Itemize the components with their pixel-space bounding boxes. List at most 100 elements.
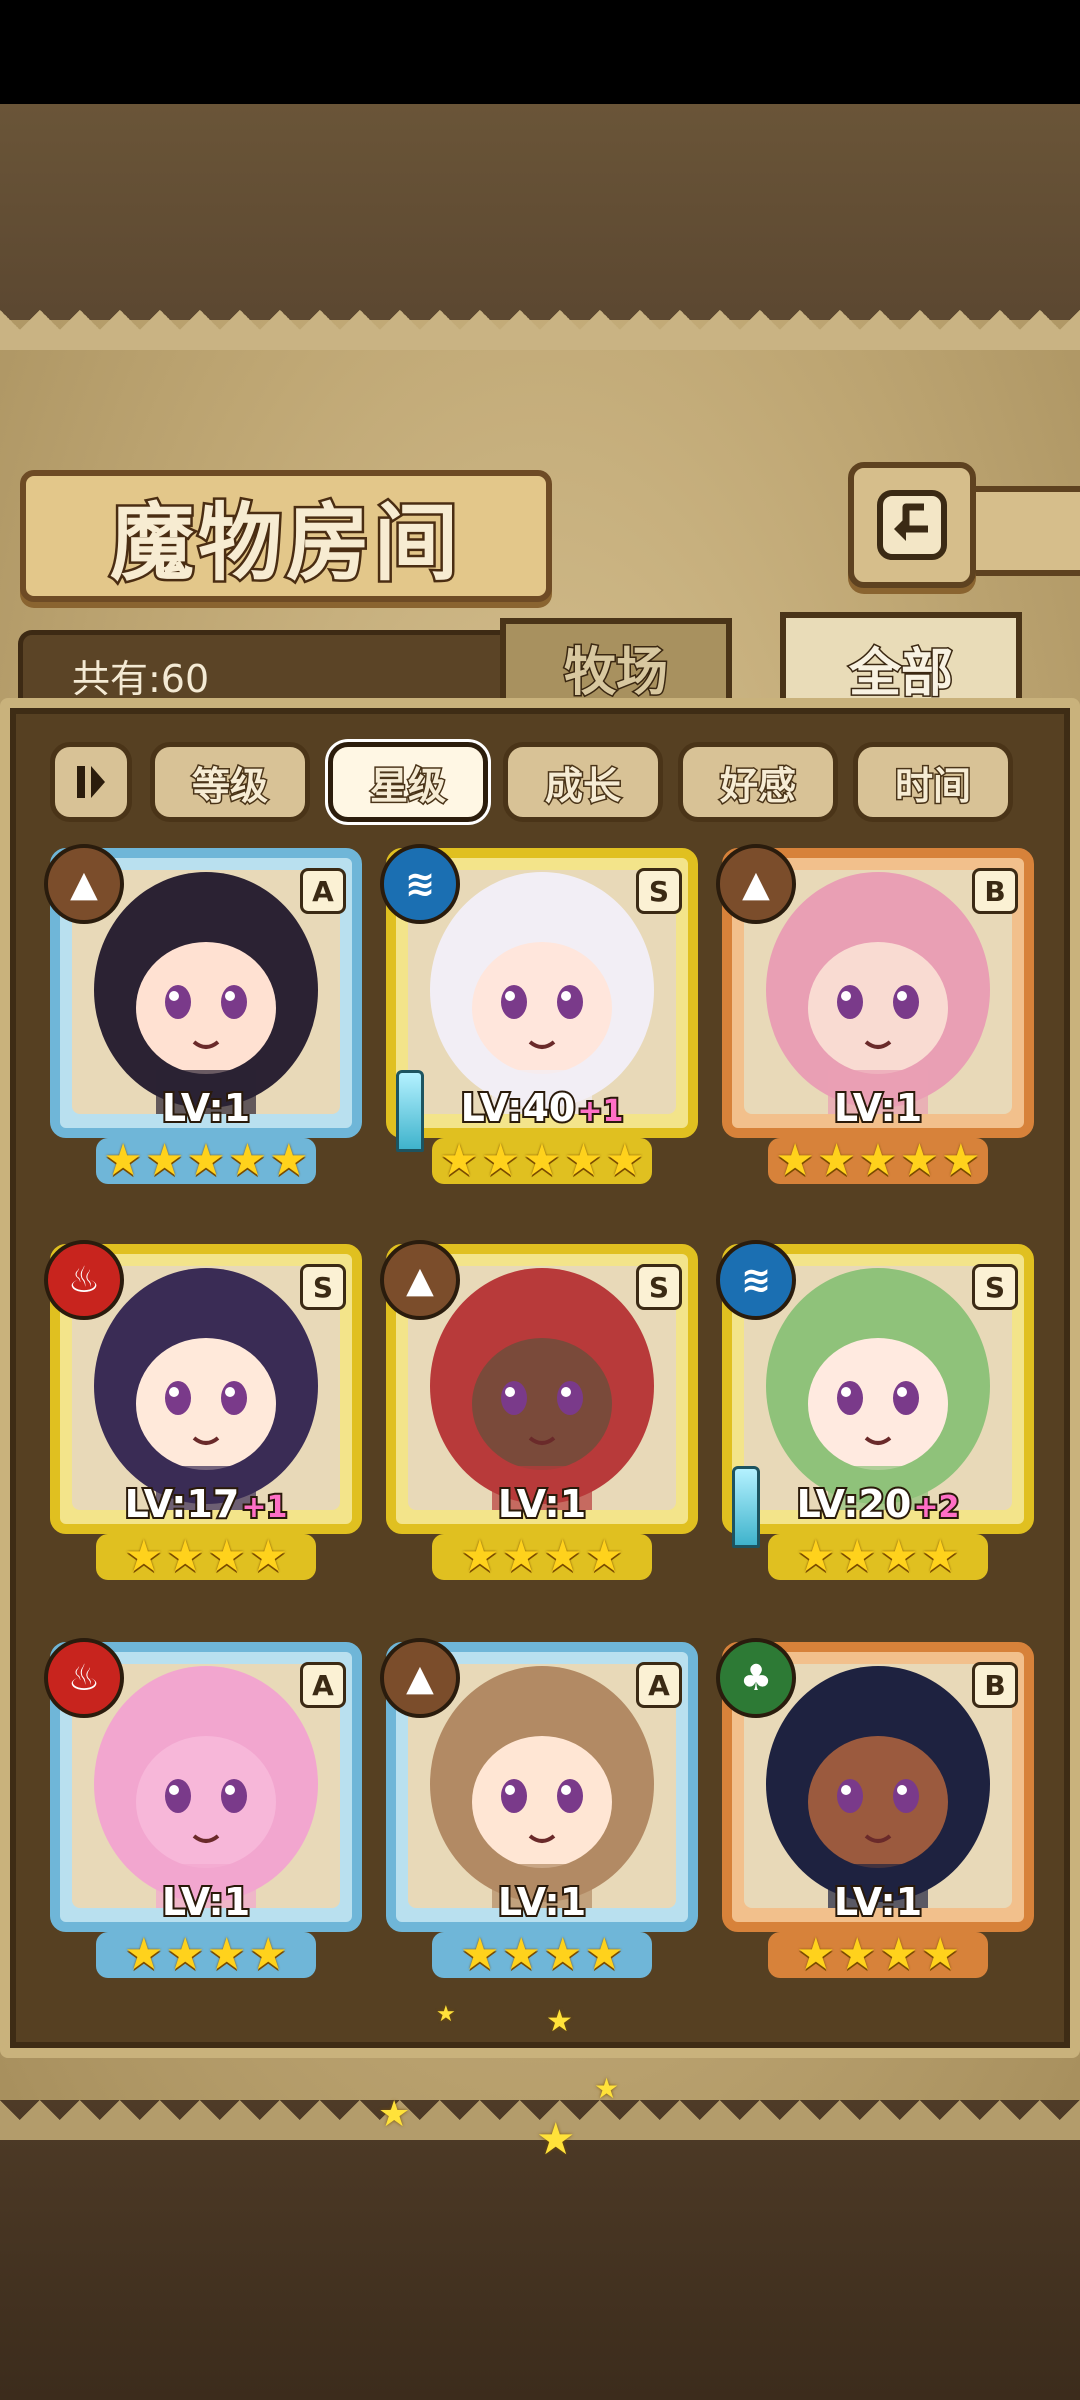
status-bar	[0, 0, 1080, 104]
level-bonus: +2	[911, 1488, 961, 1527]
star-icon: ★	[501, 1929, 541, 1980]
star-icon: ★	[460, 1531, 500, 1582]
star-icon: ★	[563, 1135, 604, 1186]
star-icon: ★	[227, 1135, 268, 1186]
level-value: LV:17	[123, 1480, 242, 1528]
rank-badge: A	[300, 1662, 346, 1708]
wood-element-icon: ♣	[716, 1638, 796, 1718]
star-icon: ★	[439, 1135, 479, 1186]
star-icon: ★	[543, 1929, 583, 1980]
level-label: LV:1	[722, 1084, 1034, 1132]
star-icon: ★	[899, 1135, 940, 1186]
star-icon: ★	[207, 1929, 247, 1980]
star-icon: ★	[522, 1135, 562, 1186]
star-icon: ★	[186, 1135, 226, 1186]
star-icon: ★	[796, 1929, 836, 1980]
star-icon: ★	[605, 1135, 645, 1186]
monster-card[interactable]: ♨ S LV:17+1 ★ ★ ★ ★	[44, 1240, 362, 1580]
rank-badge: S	[636, 1264, 682, 1310]
sparkle-star-icon: ★	[536, 2114, 576, 2165]
star-rating: ★ ★ ★ ★	[768, 1534, 988, 1580]
star-icon: ★	[501, 1531, 541, 1582]
level-value: LV:1	[832, 1878, 924, 1926]
monster-card[interactable]: ♨ A LV:1 ★ ★ ★ ★	[44, 1638, 362, 1978]
level-label: LV:1	[386, 1480, 698, 1528]
rank-badge: B	[972, 1662, 1018, 1708]
level-value: LV:1	[160, 1084, 252, 1132]
water-element-icon: ≋	[380, 844, 460, 924]
star-icon: ★	[920, 1531, 960, 1582]
torn-edge-top	[0, 310, 1080, 350]
star-icon: ★	[248, 1531, 288, 1582]
fire-element-icon: ♨	[44, 1638, 124, 1718]
monster-card[interactable]: ▲ S LV:1 ★ ★ ★ ★	[380, 1240, 698, 1580]
sparkle-star-icon: ★	[594, 2072, 620, 2105]
star-rating: ★ ★ ★ ★ ★	[432, 1138, 652, 1184]
star-icon: ★	[816, 1135, 857, 1186]
star-icon: ★	[837, 1531, 877, 1582]
level-label: LV:1	[50, 1878, 362, 1926]
rank-badge: B	[972, 868, 1018, 914]
star-icon: ★	[858, 1135, 898, 1186]
level-value: LV:20	[795, 1480, 914, 1528]
star-icon: ★	[248, 1929, 288, 1980]
rank-badge: S	[972, 1264, 1018, 1310]
filter-star-button[interactable]: 星级	[328, 742, 488, 822]
earth-element-icon: ▲	[380, 1638, 460, 1718]
level-value: LV:1	[496, 1878, 588, 1926]
sort-toggle-icon	[77, 766, 105, 798]
monster-card[interactable]: ▲ A LV:1 ★ ★ ★ ★ ★	[44, 844, 362, 1184]
star-icon: ★	[584, 1531, 624, 1582]
earth-element-icon: ▲	[44, 844, 124, 924]
level-label: LV:1	[50, 1084, 362, 1132]
level-label: LV:17+1	[50, 1480, 362, 1528]
title-plate: 魔物房间	[20, 470, 552, 602]
monster-card[interactable]: ≋ S LV:40+1 ★ ★ ★ ★ ★	[380, 844, 698, 1184]
star-icon: ★	[103, 1135, 143, 1186]
earth-element-icon: ▲	[716, 844, 796, 924]
star-icon: ★	[165, 1531, 205, 1582]
level-bonus: +1	[239, 1488, 289, 1527]
earth-element-icon: ▲	[380, 1240, 460, 1320]
level-label: LV:20+2	[722, 1480, 1034, 1528]
star-icon: ★	[165, 1929, 205, 1980]
filter-time-button[interactable]: 时间	[853, 742, 1013, 822]
monster-count: 共有:60	[72, 657, 210, 701]
monster-card[interactable]: ♣ B LV:1 ★ ★ ★ ★	[716, 1638, 1034, 1978]
sparkle-star-icon: ★	[378, 2094, 411, 2135]
star-icon: ★	[207, 1531, 247, 1582]
star-icon: ★	[480, 1135, 521, 1186]
star-icon: ★	[796, 1531, 836, 1582]
star-icon: ★	[775, 1135, 815, 1186]
level-bonus: +1	[575, 1092, 625, 1131]
star-icon: ★	[837, 1929, 877, 1980]
filter-affection-button[interactable]: 好感	[678, 742, 838, 822]
sort-toggle-button[interactable]	[50, 742, 132, 822]
star-rating: ★ ★ ★ ★	[432, 1534, 652, 1580]
star-icon: ★	[269, 1135, 309, 1186]
star-icon: ★	[144, 1135, 185, 1186]
level-value: LV:1	[160, 1878, 252, 1926]
water-element-icon: ≋	[716, 1240, 796, 1320]
star-icon: ★	[460, 1929, 500, 1980]
star-rating: ★ ★ ★ ★ ★	[768, 1138, 988, 1184]
level-value: LV:1	[496, 1480, 588, 1528]
back-button[interactable]	[848, 462, 976, 588]
star-rating: ★ ★ ★ ★	[96, 1932, 316, 1978]
star-icon: ★	[124, 1929, 164, 1980]
monster-card[interactable]: ▲ B LV:1 ★ ★ ★ ★ ★	[716, 844, 1034, 1184]
filter-level-button[interactable]: 等级	[150, 742, 310, 822]
star-icon: ★	[543, 1531, 583, 1582]
filter-growth-button[interactable]: 成长	[503, 742, 663, 822]
star-icon: ★	[879, 1531, 919, 1582]
rank-badge: S	[636, 868, 682, 914]
star-icon: ★	[920, 1929, 960, 1980]
level-value: LV:1	[832, 1084, 924, 1132]
return-arrow-icon	[877, 490, 947, 560]
level-label: LV:1	[722, 1878, 1034, 1926]
star-icon: ★	[941, 1135, 981, 1186]
monster-card[interactable]: ▲ A LV:1 ★ ★ ★ ★	[380, 1638, 698, 1978]
monster-card[interactable]: ≋ S LV:20+2 ★ ★ ★ ★	[716, 1240, 1034, 1580]
map-background-top	[0, 104, 1080, 344]
level-label: LV:40+1	[386, 1084, 698, 1132]
